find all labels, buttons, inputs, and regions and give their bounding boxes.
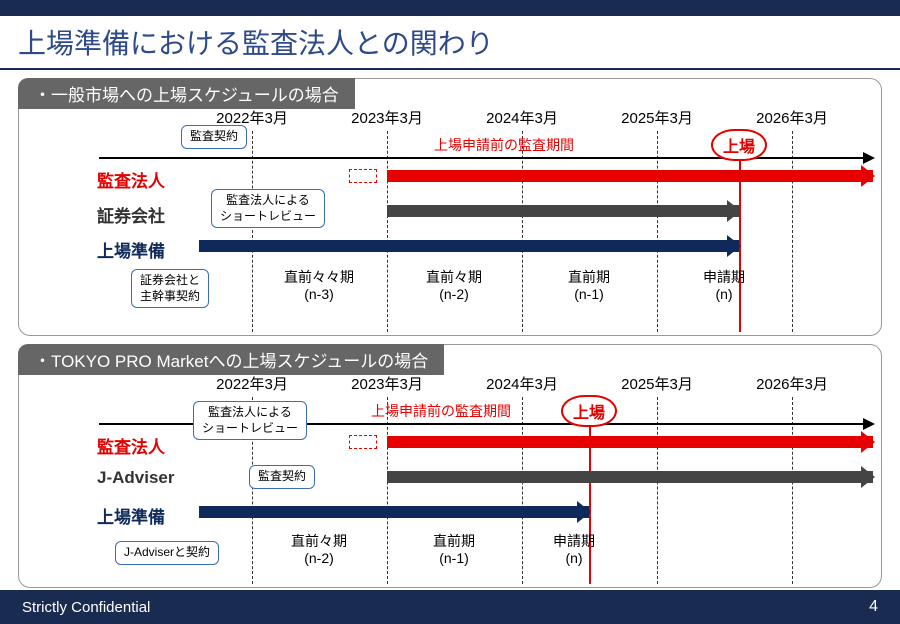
period-divider <box>252 131 253 332</box>
period-divider <box>792 397 793 584</box>
bar-prep <box>199 240 739 252</box>
audit-period-note: 上場申請前の監査期間 <box>371 401 511 421</box>
year-tick: 2024年3月 <box>486 373 558 394</box>
callout-short-review: 監査法人による ショートレビュー <box>211 189 325 228</box>
bar-prep <box>199 506 589 518</box>
audit-period-note: 上場申請前の監査期間 <box>434 135 574 155</box>
callout-audit-contract: 監査契約 <box>249 465 315 489</box>
dashed-pre-box <box>349 435 377 449</box>
year-tick: 2022年3月 <box>216 373 288 394</box>
listing-badge: 上場 <box>561 395 617 427</box>
row-label-audit: 監査法人 <box>97 433 165 458</box>
slide-title: 上場準備における監査法人との関わり <box>0 16 900 70</box>
year-tick: 2025年3月 <box>621 373 693 394</box>
bar-securities <box>387 205 739 217</box>
panel-tokyo-pro-market: ・TOKYO PRO Marketへの上場スケジュールの場合 2022年3月 2… <box>18 344 882 588</box>
top-accent-bar <box>0 0 900 16</box>
period-divider <box>522 131 523 332</box>
dashed-pre-box <box>349 169 377 183</box>
timeline-chart-1: 2022年3月 2023年3月 2024年3月 2025年3月 2026年3月 … <box>19 107 881 337</box>
period-divider <box>657 131 658 332</box>
year-tick: 2023年3月 <box>351 107 423 128</box>
period-divider <box>792 131 793 332</box>
row-label-securities: 証券会社 <box>97 202 165 227</box>
year-tick: 2025年3月 <box>621 107 693 128</box>
panel-general-market: ・一般市場への上場スケジュールの場合 2022年3月 2023年3月 2024年… <box>18 78 882 336</box>
year-axis-1: 2022年3月 2023年3月 2024年3月 2025年3月 2026年3月 <box>19 107 881 129</box>
panel-header-1: ・一般市場への上場スケジュールの場合 <box>18 78 355 109</box>
panel-header-2: ・TOKYO PRO Marketへの上場スケジュールの場合 <box>18 344 444 375</box>
row-label-prep: 上場準備 <box>97 237 165 262</box>
footer-bar: Strictly Confidential 4 <box>0 590 900 624</box>
period-label: 申請期(n) <box>703 269 745 303</box>
page-number: 4 <box>869 598 878 616</box>
year-axis-2: 2022年3月 2023年3月 2024年3月 2025年3月 2026年3月 <box>19 373 881 395</box>
row-label-audit: 監査法人 <box>97 167 165 192</box>
bar-audit <box>387 436 873 448</box>
timeline-chart-2: 2022年3月 2023年3月 2024年3月 2025年3月 2026年3月 … <box>19 373 881 589</box>
bar-jadviser <box>387 471 873 483</box>
period-divider <box>387 397 388 584</box>
period-divider <box>387 131 388 332</box>
year-tick: 2026年3月 <box>756 107 828 128</box>
period-divider <box>522 397 523 584</box>
period-label: 直前々期(n-2) <box>426 269 482 303</box>
year-tick: 2024年3月 <box>486 107 558 128</box>
bar-audit <box>387 170 873 182</box>
row-label-jadviser: J-Adviser <box>97 468 174 488</box>
callout-audit-contract: 監査契約 <box>181 125 247 149</box>
period-label: 申請期(n) <box>553 533 595 567</box>
period-label: 直前期(n-1) <box>433 533 475 567</box>
confidential-label: Strictly Confidential <box>22 599 150 616</box>
year-tick: 2023年3月 <box>351 373 423 394</box>
period-divider <box>657 397 658 584</box>
callout-jadviser-contract: J-Adviserと契約 <box>115 541 219 565</box>
callout-lead-underwriter: 証券会社と 主幹事契約 <box>131 269 209 308</box>
year-tick: 2026年3月 <box>756 373 828 394</box>
callout-short-review: 監査法人による ショートレビュー <box>193 401 307 440</box>
period-label: 直前々々期(n-3) <box>284 269 354 303</box>
row-label-prep: 上場準備 <box>97 503 165 528</box>
period-label: 直前期(n-1) <box>568 269 610 303</box>
period-label: 直前々期(n-2) <box>291 533 347 567</box>
listing-badge: 上場 <box>711 129 767 161</box>
